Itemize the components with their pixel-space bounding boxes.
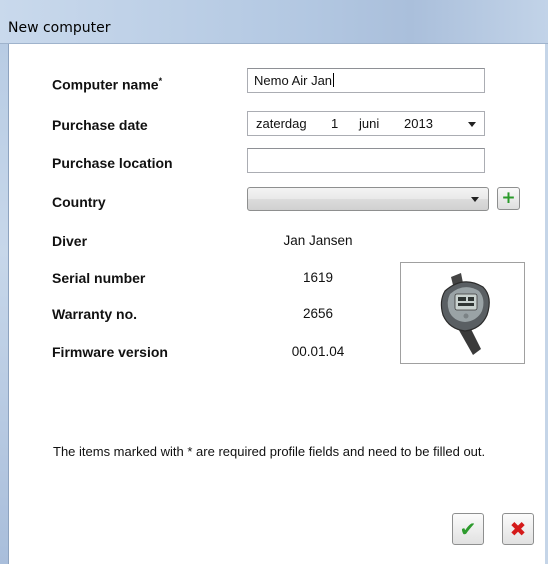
date-weekday[interactable]: zaterdag [256, 116, 307, 131]
window-frame-left [0, 44, 9, 564]
dive-computer-icon [440, 273, 490, 355]
computer-name-label: Computer name* [52, 76, 163, 93]
ok-button[interactable]: ✔ [452, 513, 484, 545]
date-day[interactable]: 1 [331, 116, 338, 131]
x-icon: ✖ [509, 517, 527, 541]
add-country-button[interactable]: + [497, 187, 520, 210]
serial-number-value: 1619 [302, 270, 334, 285]
purchase-location-label: Purchase location [52, 155, 173, 171]
firmware-version-label: Firmware version [52, 344, 168, 360]
warranty-number-label: Warranty no. [52, 306, 138, 322]
serial-number-label: Serial number [52, 270, 146, 286]
check-icon: ✔ [459, 517, 477, 541]
date-dropdown-arrow-icon[interactable] [468, 122, 476, 127]
text-caret [333, 73, 335, 87]
title-bar[interactable]: New computer [0, 0, 548, 44]
country-label: Country [52, 194, 106, 210]
purchase-date-label: Purchase date [52, 117, 148, 133]
purchase-location-input[interactable] [247, 148, 485, 173]
warranty-number-value: 2656 [302, 306, 334, 321]
diver-value: Jan Jansen [283, 233, 353, 248]
device-image [400, 262, 525, 364]
date-year[interactable]: 2013 [404, 116, 433, 131]
diver-label: Diver [52, 233, 88, 249]
plus-icon: + [501, 188, 516, 208]
required-marker: * [158, 76, 163, 86]
chevron-down-icon[interactable] [471, 197, 479, 202]
required-fields-note: The items marked with * are required pro… [53, 444, 486, 459]
computer-name-input[interactable]: Nemo Air Jan [247, 68, 485, 93]
firmware-version-value: 00.01.04 [291, 344, 345, 359]
cancel-button[interactable]: ✖ [502, 513, 534, 545]
country-select[interactable] [247, 187, 489, 211]
date-month[interactable]: juni [359, 116, 379, 131]
window-title: New computer [8, 20, 111, 36]
purchase-date-picker[interactable]: zaterdag 1 juni 2013 [247, 111, 485, 136]
